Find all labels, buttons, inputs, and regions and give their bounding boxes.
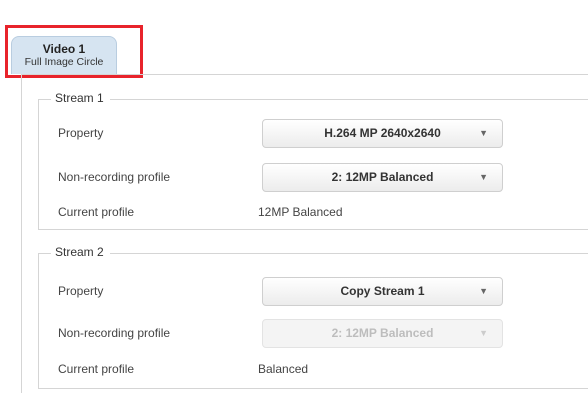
stream-1-property-select[interactable]: H.264 MP 2640x2640 ▼	[262, 119, 503, 148]
red-highlight-box	[5, 25, 143, 78]
stream-1-property-value: H.264 MP 2640x2640	[324, 126, 441, 140]
triangle-down-icon: ▼	[479, 172, 488, 182]
stream-2-property-select[interactable]: Copy Stream 1 ▼	[262, 277, 503, 306]
stream-2-property-label: Property	[58, 284, 104, 298]
stream-1-current-value: 12MP Balanced	[258, 205, 343, 219]
stream-2-property-value: Copy Stream 1	[340, 284, 425, 298]
stream-1-current-label: Current profile	[58, 205, 135, 219]
stream-2-current-value: Balanced	[258, 362, 309, 376]
stream-2-current-label: Current profile	[58, 362, 135, 376]
triangle-down-icon: ▼	[479, 328, 488, 338]
stream-2-nonrec-select: 2: 12MP Balanced ▼	[262, 319, 503, 348]
triangle-down-icon: ▼	[479, 286, 488, 296]
stream-1-nonrec-select[interactable]: 2: 12MP Balanced ▼	[262, 163, 503, 192]
video-settings-page: Video 1 Full Image Circle Stream 1 Prope…	[0, 0, 588, 393]
stream-1-nonrec-label: Non-recording profile	[58, 170, 171, 184]
stream-1-nonrec-value: 2: 12MP Balanced	[331, 170, 434, 184]
stream-2-nonrec-value: 2: 12MP Balanced	[331, 326, 434, 340]
stream-1-property-label: Property	[58, 126, 104, 140]
stream-1-legend: Stream 1	[51, 91, 110, 105]
stream-2-legend: Stream 2	[51, 245, 110, 259]
triangle-down-icon: ▼	[479, 128, 488, 138]
stream-2-nonrec-label: Non-recording profile	[58, 326, 171, 340]
